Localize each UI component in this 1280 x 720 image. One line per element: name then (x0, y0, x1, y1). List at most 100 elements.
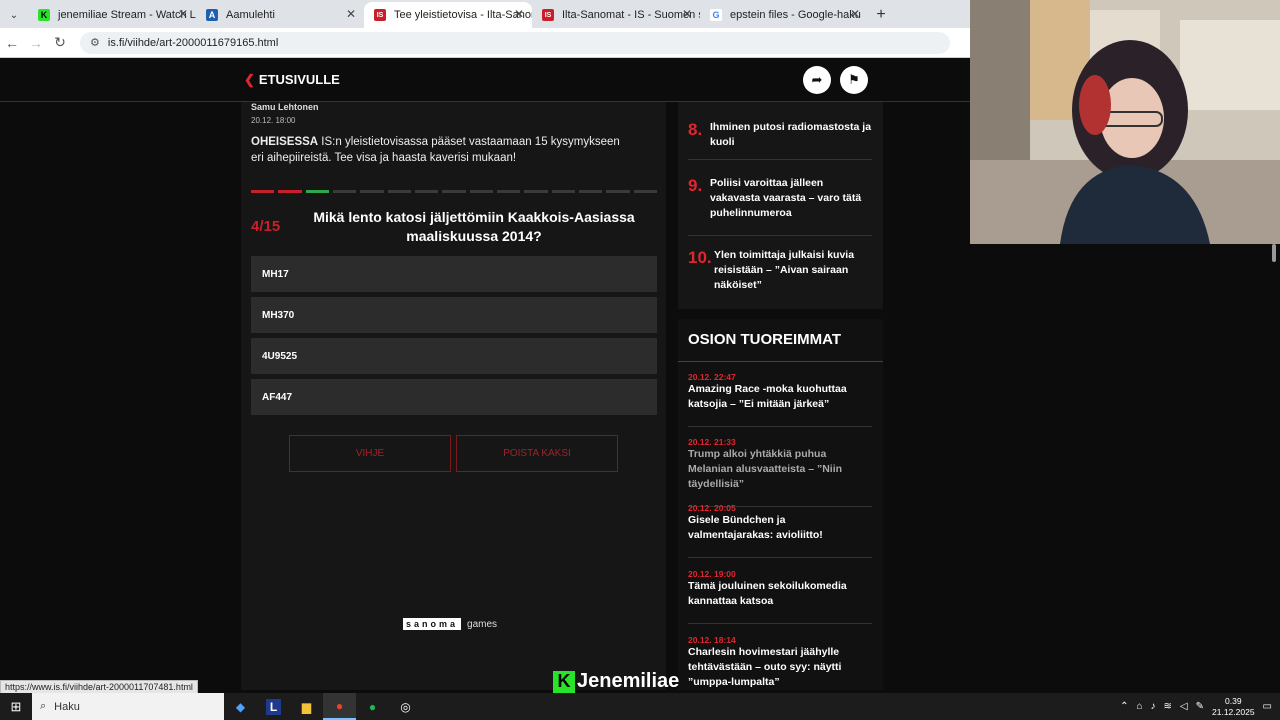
most-read-item[interactable]: 8. Ihminen putosi radiomastosta ja kuoli (688, 120, 872, 160)
obs-icon[interactable]: ◎ (389, 693, 422, 720)
question-text: Mikä lento katosi jäljettömiin Kaakkois-… (313, 209, 635, 244)
back-arrow-icon[interactable]: ← (0, 35, 24, 51)
is-favicon-icon: IS (374, 9, 386, 21)
aamulehti-favicon-icon: A (206, 9, 218, 21)
widget-app-icon[interactable]: ◆ (224, 693, 257, 720)
most-read-item[interactable]: 9. Poliisi varoittaa jälleen vakavasta v… (688, 176, 872, 236)
clock[interactable]: 0.39 21.12.2025 (1212, 696, 1255, 718)
tab-jenemiliae[interactable]: K jenemiliae Stream - Watch Live ✕ (28, 2, 196, 28)
network-icon[interactable]: ⌂ (1136, 701, 1142, 712)
quiz-progress-bar (251, 190, 657, 193)
site-info-icon[interactable]: ⚙ (90, 36, 100, 49)
news-item[interactable]: 20.12. 19:00 Tämä jouluinen sekoilukomed… (688, 569, 872, 624)
tab-ilta-sanomat[interactable]: IS Ilta-Sanomat - IS - Suomen suu ✕ (532, 2, 700, 28)
close-icon[interactable]: ✕ (346, 7, 356, 21)
scrollbar-thumb[interactable] (1272, 244, 1276, 262)
windows-start-icon[interactable]: ⊞ (0, 699, 32, 715)
web-page: ❮ ETUSIVULLE ➦ ⚑ Samu Lehtonen 20.12. 18:… (0, 58, 970, 690)
progress-segment (414, 190, 439, 193)
news-title: Tämä jouluinen sekoilukomedia kannattaa … (688, 580, 847, 607)
progress-segment (633, 190, 657, 193)
chevron-up-icon[interactable]: ⌃ (1120, 701, 1128, 712)
close-icon[interactable]: ✕ (178, 7, 188, 21)
bookmark-icon: ⚑ (848, 72, 860, 87)
volume-icon[interactable]: ◁ (1180, 701, 1188, 712)
url-field[interactable]: ⚙ is.fi/viihde/art-2000011679165.html (80, 31, 950, 54)
pen-icon[interactable]: ✎ (1196, 701, 1204, 712)
progress-segment (305, 190, 329, 193)
share-icon: ➦ (811, 72, 823, 87)
sanoma-wordmark: sanoma (403, 618, 462, 630)
forward-arrow-icon[interactable]: → (24, 35, 48, 51)
status-url: https://www.is.fi/viihde/art-20000117074… (0, 680, 198, 694)
answer-option[interactable]: MH17 (251, 256, 657, 292)
chevron-left-icon: ❮ (244, 72, 255, 87)
stream-name-overlay: K Jenemiliae (553, 670, 679, 693)
article-lead: OHEISESSA IS:n yleistietovisassa pääset … (251, 134, 631, 166)
clock-date: 21.12.2025 (1212, 706, 1255, 717)
author-name[interactable]: Samu Lehtonen (251, 102, 319, 112)
tab-title: epstein files - Google-haku (730, 9, 861, 21)
progress-segment (551, 190, 575, 193)
page-scrollbar[interactable] (1268, 244, 1280, 690)
spotify-icon[interactable]: ● (356, 693, 389, 720)
rank-number: 10. (688, 248, 712, 267)
tab-google-search[interactable]: G epstein files - Google-haku ✕ (700, 2, 868, 28)
l-app-icon[interactable]: L (257, 693, 290, 720)
sidebar: 8. Ihminen putosi radiomastosta ja kuoli… (678, 102, 883, 690)
news-title: Trump alkoi yhtäkkiä puhua Melanian alus… (688, 448, 843, 490)
answer-option[interactable]: AF447 (251, 379, 657, 415)
headline: Ihminen putosi radiomastosta ja kuoli (710, 121, 872, 148)
microphone-icon[interactable]: ♪ (1151, 701, 1156, 712)
progress-segment (496, 190, 521, 193)
sanoma-games-logo: sanoma games (403, 618, 497, 630)
answer-option[interactable]: 4U9525 (251, 338, 657, 374)
webcam-image (970, 0, 1280, 244)
news-title: Gisele Bündchen ja valmentajarakas: avio… (688, 514, 823, 541)
windows-taskbar: ⊞ ⌕ Haku ◆ L ▆ ● ● ◎ ⌃ ⌂ ♪ ≋ ◁ ✎ 0.39 21… (0, 693, 1280, 720)
remove-two-button[interactable]: POISTA KAKSI (456, 435, 618, 472)
chrome-icon[interactable]: ● (323, 693, 356, 720)
close-icon[interactable]: ✕ (682, 7, 692, 21)
tab-yleistietovisa[interactable]: IS Tee yleistietovisa - Ilta-Sanomat ✕ (364, 2, 532, 28)
taskbar-search[interactable]: ⌕ Haku (32, 693, 224, 720)
reload-icon[interactable]: ↻ (48, 34, 72, 51)
rank-number: 8. (688, 120, 703, 139)
section-heading: OSION TUOREIMMAT (688, 331, 842, 348)
file-explorer-icon[interactable]: ▆ (290, 693, 323, 720)
games-label: games (467, 618, 498, 630)
close-icon[interactable]: ✕ (850, 7, 860, 21)
news-item[interactable]: 20.12. 22:47 Amazing Race -moka kuohutta… (688, 372, 872, 427)
lead-bold: OHEISESSA (251, 136, 319, 148)
google-favicon-icon: G (710, 9, 722, 21)
most-read-item[interactable]: 10. Ylen toimittaja julkaisi kuvia reisi… (688, 248, 872, 308)
hint-button[interactable]: VIHJE (289, 435, 451, 472)
news-time: 20.12. 20:05 (688, 503, 736, 513)
tab-search-button[interactable]: ⌄ (0, 2, 28, 28)
bookmark-button[interactable]: ⚑ (840, 66, 868, 94)
search-icon: ⌕ (40, 700, 47, 712)
site-top-nav: ❮ ETUSIVULLE ➦ ⚑ (0, 58, 970, 102)
news-title: Amazing Race -moka kuohuttaa katsojia – … (688, 383, 847, 410)
close-icon[interactable]: ✕ (514, 7, 524, 21)
progress-segment (578, 190, 603, 193)
news-item[interactable]: 20.12. 21:33 Trump alkoi yhtäkkiä puhua … (688, 437, 872, 507)
back-to-frontpage-link[interactable]: ❮ ETUSIVULLE (244, 72, 340, 88)
new-tab-plus-icon[interactable]: + (868, 2, 894, 28)
answer-option[interactable]: MH370 (251, 297, 657, 333)
progress-segment (442, 190, 466, 193)
kick-logo-icon: K (553, 670, 575, 693)
tab-title: jenemiliae Stream - Watch Live (58, 9, 196, 21)
news-item[interactable]: 20.12. 20:05 Gisele Bündchen ja valmenta… (688, 503, 872, 558)
notification-icon[interactable]: ▭ (1263, 701, 1272, 712)
tab-title: Tee yleistietovisa - Ilta-Sanomat (394, 9, 532, 21)
most-read-list: 8. Ihminen putosi radiomastosta ja kuoli… (678, 102, 883, 309)
share-button[interactable]: ➦ (803, 66, 831, 94)
tab-aamulehti[interactable]: A Aamulehti ✕ (196, 2, 364, 28)
is-favicon-icon: IS (542, 9, 554, 21)
progress-segment (278, 190, 302, 193)
streamer-name: Jenemiliae (577, 670, 680, 692)
tab-title: Aamulehti (226, 9, 275, 21)
progress-segment (251, 190, 275, 193)
wifi-icon[interactable]: ≋ (1164, 701, 1172, 712)
